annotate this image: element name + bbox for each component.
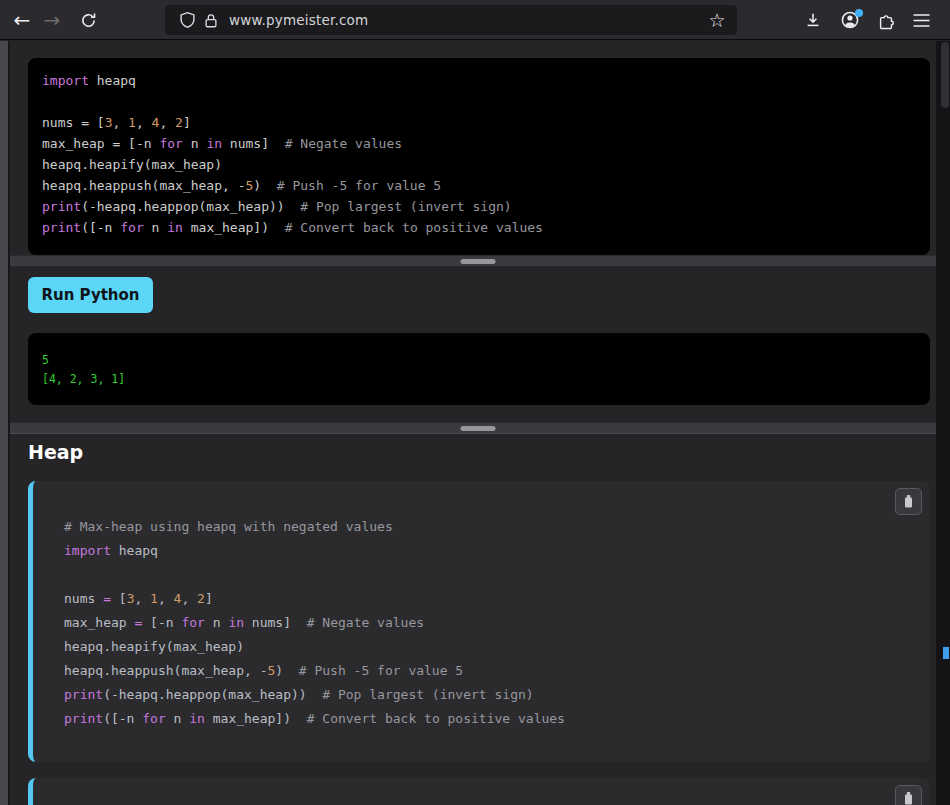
copy-button[interactable] bbox=[895, 488, 922, 515]
snippet-code: # Max-heap using heapq with negated valu… bbox=[33, 481, 930, 731]
code-line: # Max-heap using heapq with negated valu… bbox=[64, 515, 920, 539]
clipboard-icon bbox=[902, 791, 915, 805]
menu-button[interactable] bbox=[905, 4, 937, 36]
copy-button[interactable] bbox=[895, 785, 922, 805]
snippet-code bbox=[33, 778, 930, 805]
downloads-button[interactable] bbox=[797, 4, 829, 36]
code-line: nums = [3, 1, 4, 2] bbox=[64, 587, 920, 611]
extensions-button[interactable] bbox=[870, 4, 902, 36]
scrollbar-thumb[interactable] bbox=[941, 42, 949, 108]
run-python-button[interactable]: Run Python bbox=[28, 277, 153, 313]
output-console: 5[4, 2, 3, 1] bbox=[28, 333, 930, 405]
hamburger-menu-icon bbox=[913, 14, 930, 27]
code-line bbox=[64, 563, 920, 587]
resize-handle[interactable] bbox=[461, 259, 496, 264]
code-line: heapq.heappush(max_heap, -5) # Push -5 f… bbox=[64, 659, 920, 683]
code-line: print(-heapq.heappop(max_heap)) # Pop la… bbox=[64, 683, 920, 707]
code-line bbox=[42, 91, 916, 112]
code-line: nums = [3, 1, 4, 2] bbox=[42, 112, 916, 133]
shield-icon[interactable] bbox=[175, 8, 199, 32]
bookmark-star-icon[interactable]: ☆ bbox=[703, 6, 731, 34]
code-snippet-card: # Max-heap using heapq with negated valu… bbox=[28, 481, 930, 762]
code-line: print([-n for n in max_heap]) # Convert … bbox=[42, 217, 916, 238]
download-icon bbox=[804, 11, 822, 29]
page-content: import heapq nums = [3, 1, 4, 2]max_heap… bbox=[10, 41, 936, 805]
section-divider bbox=[10, 433, 936, 434]
section-title: Heap bbox=[28, 441, 936, 464]
code-line: max_heap = [-n for n in nums] # Negate v… bbox=[42, 133, 916, 154]
resize-handle[interactable] bbox=[461, 426, 496, 431]
lock-icon[interactable] bbox=[199, 8, 223, 32]
sidebar-splitter[interactable] bbox=[0, 41, 10, 805]
puzzle-icon bbox=[877, 11, 896, 30]
url-bar[interactable]: www.pymeister.com ☆ bbox=[165, 5, 737, 35]
code-line: print([-n for n in max_heap]) # Convert … bbox=[64, 707, 920, 731]
console-resize-bar[interactable] bbox=[10, 422, 936, 433]
clipboard-icon bbox=[902, 494, 915, 509]
code-line: heapq.heapify(max_heap) bbox=[42, 154, 916, 175]
scrollbar-marker bbox=[943, 647, 949, 659]
console-line: [4, 2, 3, 1] bbox=[42, 370, 916, 389]
code-line: max_heap = [-n for n in nums] # Negate v… bbox=[64, 611, 920, 635]
code-editor[interactable]: import heapq nums = [3, 1, 4, 2]max_heap… bbox=[28, 58, 930, 255]
forward-button[interactable]: → bbox=[36, 4, 68, 36]
console-line: 5 bbox=[42, 351, 916, 370]
page-scrollbar[interactable] bbox=[936, 41, 950, 805]
code-line: import heapq bbox=[64, 539, 920, 563]
back-button[interactable]: ← bbox=[6, 4, 38, 36]
url-text[interactable]: www.pymeister.com bbox=[229, 12, 368, 28]
code-line: heapq.heappush(max_heap, -5) # Push -5 f… bbox=[42, 175, 916, 196]
reload-button[interactable] bbox=[72, 4, 104, 36]
code-line: heapq.heapify(max_heap) bbox=[64, 635, 920, 659]
account-button[interactable] bbox=[834, 4, 866, 36]
reload-icon bbox=[80, 12, 97, 29]
editor-resize-bar[interactable] bbox=[10, 255, 936, 266]
code-line: import heapq bbox=[42, 70, 916, 91]
code-snippet-card bbox=[28, 778, 930, 805]
back-icon: ← bbox=[14, 8, 31, 32]
account-notification-dot bbox=[855, 9, 863, 17]
browser-toolbar: ← → www.pymeister.com ☆ bbox=[0, 0, 950, 40]
forward-icon: → bbox=[44, 8, 61, 32]
code-line: print(-heapq.heappop(max_heap)) # Pop la… bbox=[42, 196, 916, 217]
